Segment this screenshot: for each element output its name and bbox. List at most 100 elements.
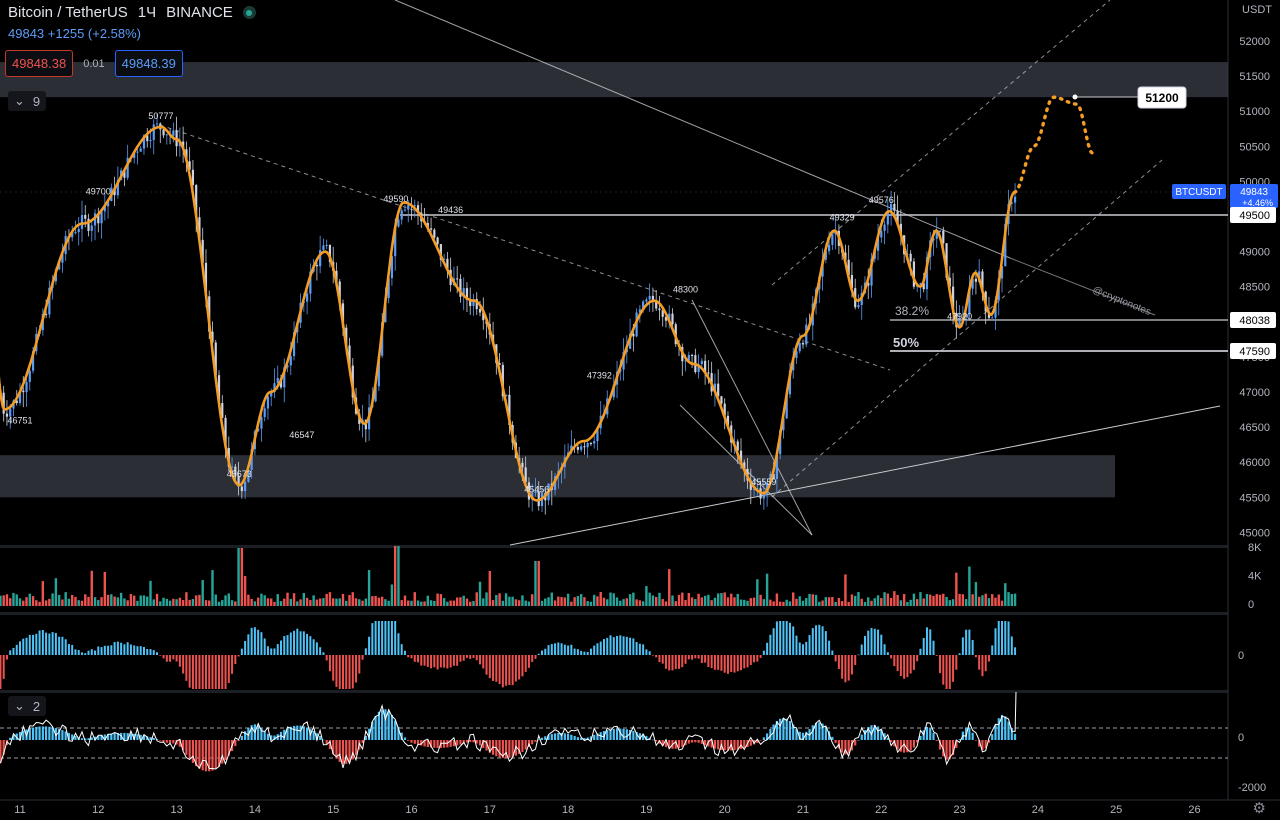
- volume-bar: [48, 598, 51, 606]
- volume-bar: [573, 597, 576, 606]
- osc-bar: [263, 730, 266, 740]
- macd-bar: [978, 655, 981, 670]
- macd-bar: [785, 621, 788, 655]
- macd-bar: [260, 632, 263, 655]
- volume-bar: [80, 600, 84, 606]
- volume-bar: [175, 599, 178, 606]
- macd-bar: [831, 650, 834, 655]
- volume-bar: [553, 600, 557, 606]
- macd-bar: [299, 631, 302, 655]
- macd-bar: [426, 655, 429, 667]
- volume-bar: [739, 599, 743, 606]
- volume-bar: [247, 594, 250, 606]
- macd-bar: [322, 652, 325, 655]
- macd-bar: [479, 655, 482, 665]
- candle-body: [22, 390, 25, 393]
- osc-bar: [9, 737, 12, 740]
- indicators-toggle[interactable]: ⌄ 9: [8, 91, 47, 111]
- volume-bar: [726, 597, 730, 606]
- volume-bar: [116, 597, 120, 606]
- sell-button[interactable]: 49848.38: [5, 50, 74, 77]
- volume-bar: [602, 597, 606, 606]
- candle-body: [266, 396, 270, 409]
- volume-bar: [671, 595, 674, 606]
- volume-bar: [612, 593, 615, 606]
- macd-bar: [726, 655, 729, 674]
- macd-bar: [257, 629, 260, 655]
- interval-label[interactable]: 1Ч: [138, 4, 156, 21]
- candle-body: [883, 224, 886, 231]
- macd-bar: [495, 655, 498, 682]
- osc-bar: [625, 729, 628, 740]
- volume-bar: [165, 598, 169, 606]
- osc-bar: [224, 740, 227, 760]
- macd-bar: [204, 655, 207, 689]
- osc-bar: [521, 740, 524, 752]
- volume-bar: [785, 599, 788, 606]
- volume-bar: [462, 595, 465, 606]
- macd-bar: [863, 635, 866, 655]
- macd-bar: [485, 655, 488, 675]
- volume-bar: [338, 598, 341, 606]
- macd-bar: [919, 648, 922, 655]
- volume-bar: [762, 599, 766, 606]
- buy-button[interactable]: 49848.39: [114, 50, 183, 77]
- macd-bar: [381, 621, 384, 655]
- macd-bar: [942, 655, 945, 685]
- osc-bar: [694, 740, 697, 743]
- volume-bar: [775, 593, 779, 606]
- price-change-line: 49843 +1255 (+2.58%): [8, 26, 141, 41]
- volume-bar: [201, 580, 204, 606]
- volume-bar: [968, 566, 971, 606]
- volume-bar: [289, 598, 292, 606]
- volume-bar: [893, 591, 896, 606]
- macd-bar: [208, 655, 211, 689]
- gear-icon[interactable]: ⚙: [1253, 799, 1266, 817]
- osc-bar: [945, 740, 948, 760]
- macd-bar: [896, 655, 899, 672]
- target-point: [1072, 94, 1078, 100]
- candle-body: [260, 417, 263, 429]
- osc-bar: [348, 740, 351, 763]
- osc-bar: [1013, 733, 1017, 740]
- macd-bar: [632, 638, 635, 655]
- macd-bar: [45, 632, 48, 655]
- trading-chart[interactable]: 46751 49700 50777 45673 46547 49590 49436 45456…: [0, 0, 1280, 820]
- volume-bar: [420, 601, 423, 606]
- macd-bar: [890, 655, 893, 659]
- osc-bar: [743, 740, 746, 749]
- candle-body: [586, 442, 589, 448]
- volume-bar: [191, 599, 195, 606]
- macd-bar: [560, 643, 563, 655]
- swing-price-label: 49436: [438, 205, 463, 215]
- price-tick: 50500: [1239, 141, 1270, 153]
- osc-bar: [651, 739, 655, 741]
- osc-bar: [459, 740, 462, 745]
- macd-bar: [126, 642, 129, 655]
- volume-bar: [465, 598, 469, 606]
- candle-body: [80, 215, 84, 229]
- macd-bar: [84, 653, 87, 655]
- volume-bar: [886, 593, 890, 606]
- trade-buttons: 49848.38 0.01 49848.39: [5, 50, 183, 77]
- time-tick: 11: [14, 804, 25, 816]
- volume-bar: [367, 569, 371, 606]
- macd-bar: [837, 655, 840, 669]
- volume-bar: [550, 592, 553, 606]
- symbol-name: Bitcoin / TetherUS: [8, 4, 128, 21]
- swing-price-label: 48300: [673, 285, 698, 295]
- macd-bar: [795, 635, 798, 655]
- symbol-header[interactable]: Bitcoin / TetherUS 1Ч BINANCE: [8, 4, 256, 21]
- macd-bar: [616, 635, 619, 655]
- volume-bar: [61, 599, 64, 606]
- candle-body: [149, 140, 152, 142]
- macd-bar: [302, 631, 305, 655]
- volume-bar: [54, 578, 58, 606]
- volume-bar: [305, 597, 309, 606]
- volume-bar: [12, 592, 15, 606]
- macd-bar: [423, 655, 426, 666]
- lower-indicators-toggle[interactable]: ⌄ 2: [8, 696, 47, 716]
- osc-bar: [64, 731, 67, 740]
- macd-bar: [958, 653, 961, 655]
- macd-bar: [886, 652, 889, 655]
